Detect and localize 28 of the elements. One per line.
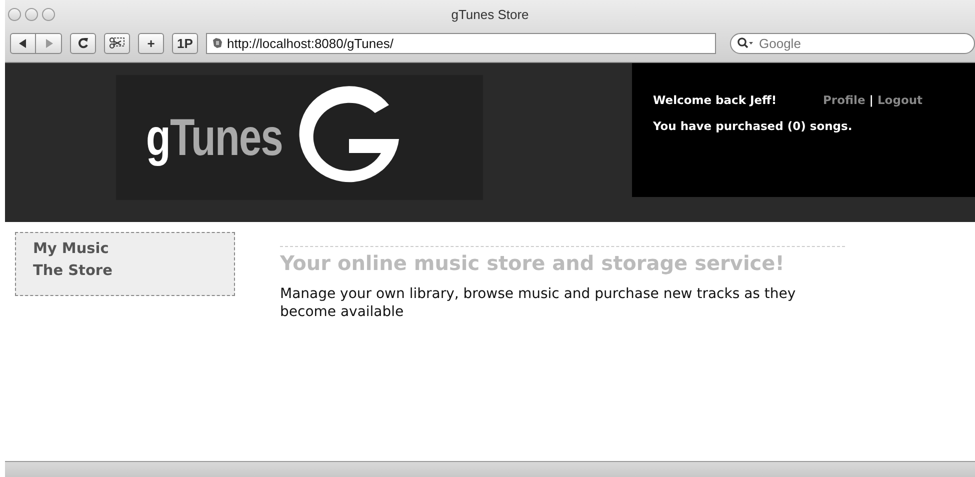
sidebar-link[interactable]: My Music [33,238,234,260]
back-icon [19,38,27,48]
forward-icon [44,38,52,48]
toolbar-button[interactable]: + [138,32,164,54]
intro-paragraph: Manage your own library, browse music and purchase new tracks as they become available [280,285,797,321]
back-button[interactable] [10,32,36,54]
welcome-text: Welcome back Jeff! [653,93,778,107]
header-link[interactable]: Profile [823,93,866,107]
address-field[interactable]: http://localhost:8080/gTunes/ [206,32,716,54]
close-button[interactable] [8,8,21,20]
logo-text: gTunes [146,108,283,168]
zoom-button[interactable] [42,8,55,20]
toolbar-button[interactable]: 1P [172,32,198,54]
page-heading: Your online music store and storage service! [280,251,786,275]
search-icon [737,36,754,48]
sidebar-link[interactable]: The Store [33,260,234,282]
search-field[interactable]: Google [730,32,975,54]
minimize-button[interactable] [25,8,38,20]
reload-icon [78,37,88,49]
snippet-button[interactable] [104,32,130,54]
window-title: gTunes Store [451,6,529,22]
reload-button[interactable] [70,32,96,54]
header-link[interactable]: Logout [877,93,923,107]
url-text: http://localhost:8080/gTunes/ [227,36,394,50]
site-icon [211,37,223,49]
purchase-count-text: You have purchased (0) songs. [653,119,854,133]
separator-text: | [869,93,874,107]
scissors-icon [109,37,125,49]
